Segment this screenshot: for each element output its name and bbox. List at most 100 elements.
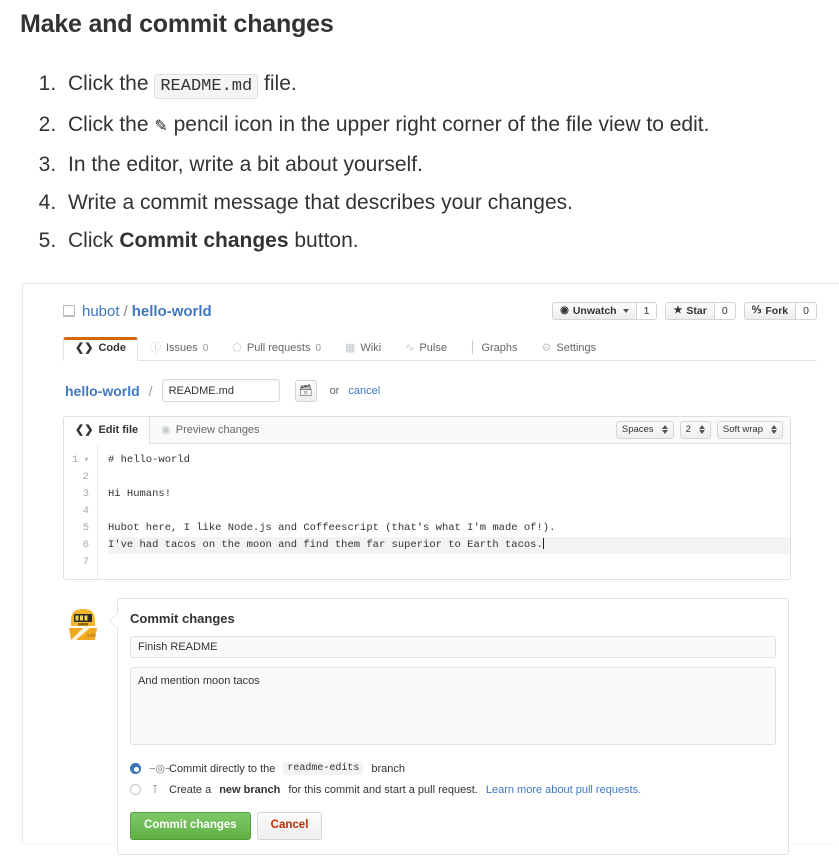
line-number: 4 (82, 505, 89, 517)
commit-summary-input[interactable] (130, 636, 776, 658)
step-text: Write a commit message that describes yo… (68, 191, 573, 214)
code-line-active: I've had tacos on the moon and find them… (108, 537, 790, 554)
code-line: Hubot here, I like Node.js and Coffeescr… (108, 522, 556, 534)
commit-direct-text-after: branch (371, 762, 406, 775)
breadcrumb-slash: / (148, 382, 153, 399)
editor-toolbar: ❮❯ Edit file ◉ Preview changes Spaces 2 … (64, 416, 790, 445)
code-line: Hi Humans! (108, 488, 172, 500)
step-text-prefix: Click the (68, 72, 155, 95)
wrap-mode-select[interactable]: Soft wrap (716, 421, 783, 439)
eye-icon: ◉ (161, 423, 171, 436)
graph-icon: ⎢ (470, 342, 477, 354)
hubot-avatar: wiki (65, 604, 101, 640)
file-editor: ❮❯ Edit file ◉ Preview changes Spaces 2 … (63, 416, 791, 580)
step-text-suffix: pencil icon in the upper right corner of… (167, 113, 710, 136)
move-file-icon[interactable]: 🗃 (294, 379, 317, 402)
commit-section: wiki Commit changes −◎− Commit directly … (63, 598, 817, 855)
tab-code[interactable]: ❮❯ Code (63, 337, 138, 361)
tab-preview-changes[interactable]: ◉ Preview changes (150, 417, 270, 444)
tab-wiki[interactable]: ▦ Wiki (333, 337, 393, 361)
radio-commit-direct[interactable] (130, 763, 141, 774)
tab-edit-file[interactable]: ❮❯ Edit file (64, 416, 151, 445)
watch-count[interactable]: 1 (636, 301, 658, 321)
star-button[interactable]: ★ Star (665, 301, 715, 321)
commit-form-heading: Commit changes (130, 611, 235, 626)
learn-more-link[interactable]: Learn more about pull requests. (486, 784, 641, 796)
filename-input[interactable] (161, 379, 280, 402)
repo-header: hubot / hello-world ◉ Unwatch 1 ★ Star 0… (63, 298, 817, 324)
code-line: # hello-world (108, 454, 190, 466)
line-number: 6 (82, 539, 89, 551)
commit-option-new-branch[interactable]: ⊺ Create a new branch for this commit an… (130, 783, 776, 796)
tab-issues[interactable]: ⓘ Issues 0 (138, 337, 220, 361)
radio-new-branch[interactable] (130, 784, 141, 795)
commit-option-direct[interactable]: −◎− Commit directly to the readme-edits … (130, 762, 776, 775)
star-count[interactable]: 0 (714, 301, 736, 321)
tab-settings[interactable]: ⚙ Settings (530, 337, 609, 361)
list-item: Click the ✎ pencil icon in the upper rig… (62, 106, 839, 146)
fork-label: Fork (765, 304, 789, 317)
tab-settings-label: Settings (556, 342, 597, 354)
eye-icon: ◉ (560, 305, 569, 316)
or-label: or (329, 384, 340, 397)
tab-graphs[interactable]: ⎢ Graphs (459, 337, 530, 361)
step-text: In the editor, write a bit about yoursel… (68, 153, 423, 176)
code-icon: ❮❯ (75, 424, 94, 436)
tab-pull-requests[interactable]: ⬠ Pull requests 0 (220, 337, 333, 361)
star-label: Star (686, 304, 707, 317)
issue-opened-icon: ⓘ (149, 342, 161, 354)
page-root: Make and commit changes Click the README… (0, 0, 839, 863)
commit-direct-text: Commit directly to the (169, 762, 276, 775)
code-lines[interactable]: # hello-world Hi Humans! Hubot here, I l… (98, 444, 790, 579)
cancel-button[interactable]: Cancel (256, 812, 323, 840)
tab-wiki-label: Wiki (360, 342, 382, 354)
editor-tabs: ❮❯ Edit file ◉ Preview changes (64, 416, 271, 445)
unwatch-button[interactable]: ◉ Unwatch (552, 301, 637, 321)
editor-settings: Spaces 2 Soft wrap (615, 421, 783, 439)
tab-code-label: Code (98, 342, 126, 354)
repo-icon (63, 305, 75, 317)
tab-graphs-label: Graphs (481, 342, 518, 354)
fold-marker-icon: ▾ (78, 455, 89, 465)
instruction-list: Click the README.md file. Click the ✎ pe… (0, 65, 839, 260)
wrap-mode-value: Soft wrap (722, 424, 763, 436)
page-title: Make and commit changes (20, 10, 334, 38)
commit-form: Commit changes −◎− Commit directly to th… (109, 598, 789, 855)
git-commit-icon: −◎− (149, 763, 172, 775)
pencil-icon: ✎ (154, 118, 168, 135)
indent-size-value: 2 (685, 424, 691, 436)
branch-name-code: readme-edits (283, 762, 364, 775)
indent-mode-value: Spaces (621, 424, 654, 436)
step-text-suffix: button. (288, 229, 359, 252)
text-cursor (542, 538, 544, 549)
repo-owner-link[interactable]: hubot (82, 303, 120, 320)
tab-pull-requests-count: 0 (315, 342, 322, 354)
fork-button[interactable]: ↉ Fork (743, 301, 797, 321)
line-number: 3 (82, 488, 89, 500)
indent-mode-select[interactable]: Spaces (615, 421, 674, 439)
code-editor-area[interactable]: 1 ▾ 2 3 4 5 6 7 # hello-world Hi Humans!… (64, 444, 790, 579)
repo-separator: / (123, 302, 128, 320)
cancel-link[interactable]: cancel (348, 385, 380, 397)
svg-text:wiki: wiki (87, 633, 95, 639)
repo-actions: ◉ Unwatch 1 ★ Star 0 ↉ Fork 0 (552, 301, 817, 321)
breadcrumb-repo-link[interactable]: hello-world (65, 383, 140, 399)
new-branch-strong: new branch (219, 783, 281, 796)
repo-name-link[interactable]: hello-world (132, 303, 212, 320)
tab-edit-file-label: Edit file (98, 424, 139, 436)
tab-pull-requests-label: Pull requests (246, 342, 311, 354)
fork-count[interactable]: 0 (796, 301, 817, 321)
commit-changes-button[interactable]: Commit changes (130, 812, 251, 840)
tab-issues-count: 0 (202, 342, 209, 354)
chevron-updown-icon (661, 425, 668, 435)
indent-size-select[interactable]: 2 (679, 421, 711, 439)
pulse-icon: ∿ (405, 342, 415, 354)
book-icon: ▦ (345, 342, 356, 354)
watch-button-group: ◉ Unwatch 1 (552, 301, 658, 321)
tab-pulse[interactable]: ∿ Pulse (393, 337, 459, 361)
chevron-updown-icon (771, 425, 777, 435)
commit-description-textarea[interactable] (130, 667, 776, 745)
fork-button-group: ↉ Fork 0 (743, 301, 817, 321)
git-branch-icon: ⊺ (152, 784, 158, 796)
